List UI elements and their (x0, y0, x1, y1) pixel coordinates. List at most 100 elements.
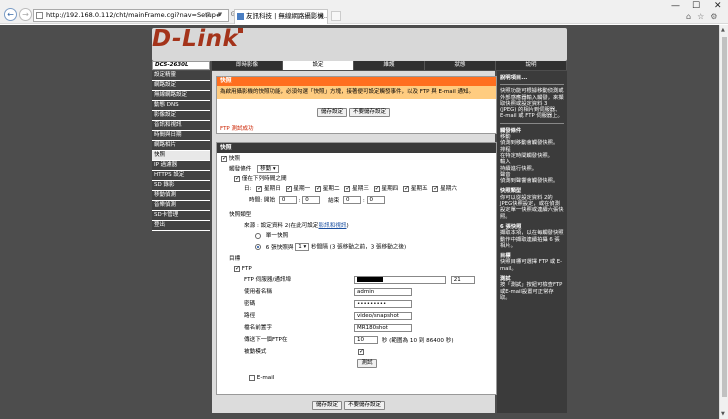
burst-prefix: 6 張快照與 (265, 244, 294, 251)
page-icon (36, 12, 43, 19)
end-hour-input[interactable]: 0 (343, 196, 362, 204)
end-minute-input[interactable]: 0 (366, 196, 385, 204)
prefix-input[interactable]: MR180shot (354, 324, 412, 332)
trigger-select[interactable]: 移動 ▾ (257, 165, 279, 173)
info-box-description: 為啟用攝影機的快照功能，必須勾選「快照」方塊，接著便可設定觸發事件，以及 FTP… (217, 86, 496, 99)
password-label: 密碼 (244, 301, 256, 307)
sidebar-item-wireless[interactable]: 無線網路設定 (152, 91, 210, 101)
start-minute-input[interactable]: 0 (302, 196, 321, 204)
close-icon[interactable]: ✕ (714, 1, 722, 11)
sidebar-item-snapshot[interactable]: 快照 (152, 151, 210, 161)
single-snapshot-label: 單一快照 (265, 233, 289, 239)
day-thursday-label: 星期四 (381, 186, 399, 192)
colon-separator: : (298, 197, 301, 204)
vertical-scrollbar[interactable]: ▲ ▼ (719, 25, 728, 419)
schedule-label: 僅在下列時間之間 (241, 176, 287, 182)
address-bar[interactable]: http://192.168.0.112/cht/mainFrame.cgi?n… (33, 9, 229, 22)
sidebar-item-https[interactable]: HTTPS 設定 (152, 171, 210, 181)
sidebar-item-time-date[interactable]: 時間與日期 (152, 131, 210, 141)
source-close: ) (346, 223, 349, 229)
ftp-checkbox[interactable] (234, 265, 240, 273)
bottom-save-button[interactable]: 儲存設定 (312, 401, 343, 410)
save-button[interactable]: 儲存設定 (317, 108, 348, 117)
new-tab-button[interactable] (331, 11, 341, 21)
top-navigation: 即時影像 設定 維護 狀態 說明 (212, 61, 567, 70)
day-thursday-checkbox[interactable] (373, 185, 380, 193)
help-type-body: 你可以從設定資料 2的 JPEG快照設定，或在偵測設定單一快照或連續六張快照。 (500, 194, 564, 220)
ftp-label: FTP (241, 266, 252, 272)
path-input[interactable]: video/snapshot (354, 312, 412, 320)
email-label: E-mail (256, 375, 275, 381)
ftp-port-input[interactable]: 21 (450, 276, 475, 284)
single-snapshot-radio[interactable] (255, 232, 261, 239)
snapshot-enable-checkbox[interactable] (221, 155, 227, 163)
snapshot-type-label: 快照類型 (229, 212, 252, 218)
browser-chrome: ← → http://192.168.0.112/cht/mainFrame.c… (0, 0, 728, 24)
sidebar-item-motion[interactable]: 移動偵測 (152, 191, 210, 201)
day-saturday-checkbox[interactable] (432, 185, 438, 193)
day-wednesday-checkbox[interactable] (344, 185, 350, 193)
day-saturday-label: 星期六 (440, 186, 457, 192)
scrollbar-thumb[interactable] (722, 37, 727, 397)
start-hour-input[interactable]: 0 (278, 196, 297, 204)
sidebar-item-sd-recording[interactable]: SD 錄影 (152, 181, 210, 191)
sidebar-item-logout[interactable]: 登出 (152, 221, 210, 231)
help-target-body: 快照目標可選擇 FTP 或 E-mail。 (500, 259, 563, 272)
forward-arrow-icon[interactable]: → (19, 8, 32, 21)
time-end-label: 結束 (328, 197, 340, 204)
sidebar-item-wizard[interactable]: 設定精靈 (152, 71, 210, 81)
day-tuesday-checkbox[interactable] (314, 185, 321, 193)
toolbar-icons[interactable]: ⌂☆⚙ (686, 12, 723, 21)
sidebar-item-sd-management[interactable]: SD卡管理 (152, 211, 210, 221)
email-checkbox[interactable] (249, 374, 255, 381)
info-box: 快照 為啟用攝影機的快照功能，必須勾選「快照」方塊，接著便可設定觸發事件，以及 … (216, 76, 497, 134)
password-input[interactable]: ••••••••• (354, 300, 412, 308)
schedule-checkbox[interactable] (234, 175, 240, 183)
interval-input[interactable]: 10 (354, 336, 378, 344)
audio-video-link[interactable]: 影訊和視訊 (319, 223, 347, 229)
day-friday-checkbox[interactable] (403, 185, 409, 193)
sidebar-item-audio-video[interactable]: 音訊和視訊 (152, 121, 210, 131)
test-button[interactable]: 測試 (357, 359, 377, 368)
tab-close-icon[interactable]: × (318, 10, 324, 23)
tab-favicon-icon (237, 13, 244, 20)
tab-live-video[interactable]: 即時影像 (212, 61, 283, 70)
burst-snapshot-radio[interactable] (255, 244, 261, 250)
back-arrow-icon[interactable]: ← (4, 8, 17, 21)
maximize-icon[interactable]: ☐ (692, 1, 700, 11)
day-sunday-checkbox[interactable] (256, 185, 262, 193)
tab-help[interactable]: 說明 (496, 61, 567, 70)
day-monday-checkbox[interactable] (285, 185, 292, 193)
ftp-server-label: FTP 伺服器/通訊埠 (244, 277, 292, 283)
sidebar-item-ddns[interactable]: 動態 DNS (152, 101, 210, 111)
day-friday-label: 星期五 (410, 186, 428, 192)
snapshot-settings-title: 快照 (217, 143, 496, 153)
day-wednesday-label: 星期三 (352, 186, 369, 192)
sidebar-item-ip-filter[interactable]: IP 過濾器 (152, 161, 210, 171)
sidebar-item-sound[interactable]: 音樂偵測 (152, 201, 210, 211)
scroll-up-icon[interactable]: ▲ (721, 27, 725, 33)
source-text: 來源 : 設定資料 2(在此可設定 (244, 223, 319, 229)
tab-status[interactable]: 狀態 (425, 61, 496, 70)
days-label: 日: (244, 186, 252, 192)
tab-setup[interactable]: 設定 (283, 61, 354, 70)
dont-save-button[interactable]: 不要儲存設定 (348, 108, 390, 117)
status-message: FTP 測試成功 (220, 126, 254, 132)
address-url: http://192.168.0.112/cht/mainFrame.cgi?n… (46, 11, 222, 19)
sidebar-item-web-photo[interactable]: 網路相片 (152, 141, 210, 151)
tab-maintenance[interactable]: 維護 (354, 61, 425, 70)
sidebar-item-image[interactable]: 影像設定 (152, 111, 210, 121)
browser-tab[interactable]: 友訊科技 | 無線網路攝影機... × (234, 9, 328, 24)
scroll-down-icon[interactable]: ▼ (721, 411, 725, 417)
username-input[interactable]: admin (354, 288, 412, 296)
minimize-icon[interactable]: — (671, 1, 680, 11)
burst-interval-select[interactable]: 1 ▾ (295, 243, 310, 251)
passive-mode-checkbox[interactable] (358, 348, 364, 356)
help-burst-body: 擷取本項，以在每觸發快照動作中擷取連續拍攝 6 張相片。 (500, 230, 564, 249)
help-test-body: 按「測試」按鈕可檢查FTP或E-mail設置可正常存取。 (500, 282, 563, 301)
ftp-server-input[interactable] (354, 276, 446, 284)
info-box-title: 快照 (217, 77, 496, 86)
bottom-dont-save-button[interactable]: 不要儲存設定 (343, 401, 385, 410)
sidebar-item-network[interactable]: 網路設定 (152, 81, 210, 91)
colon-separator: : (362, 197, 365, 204)
